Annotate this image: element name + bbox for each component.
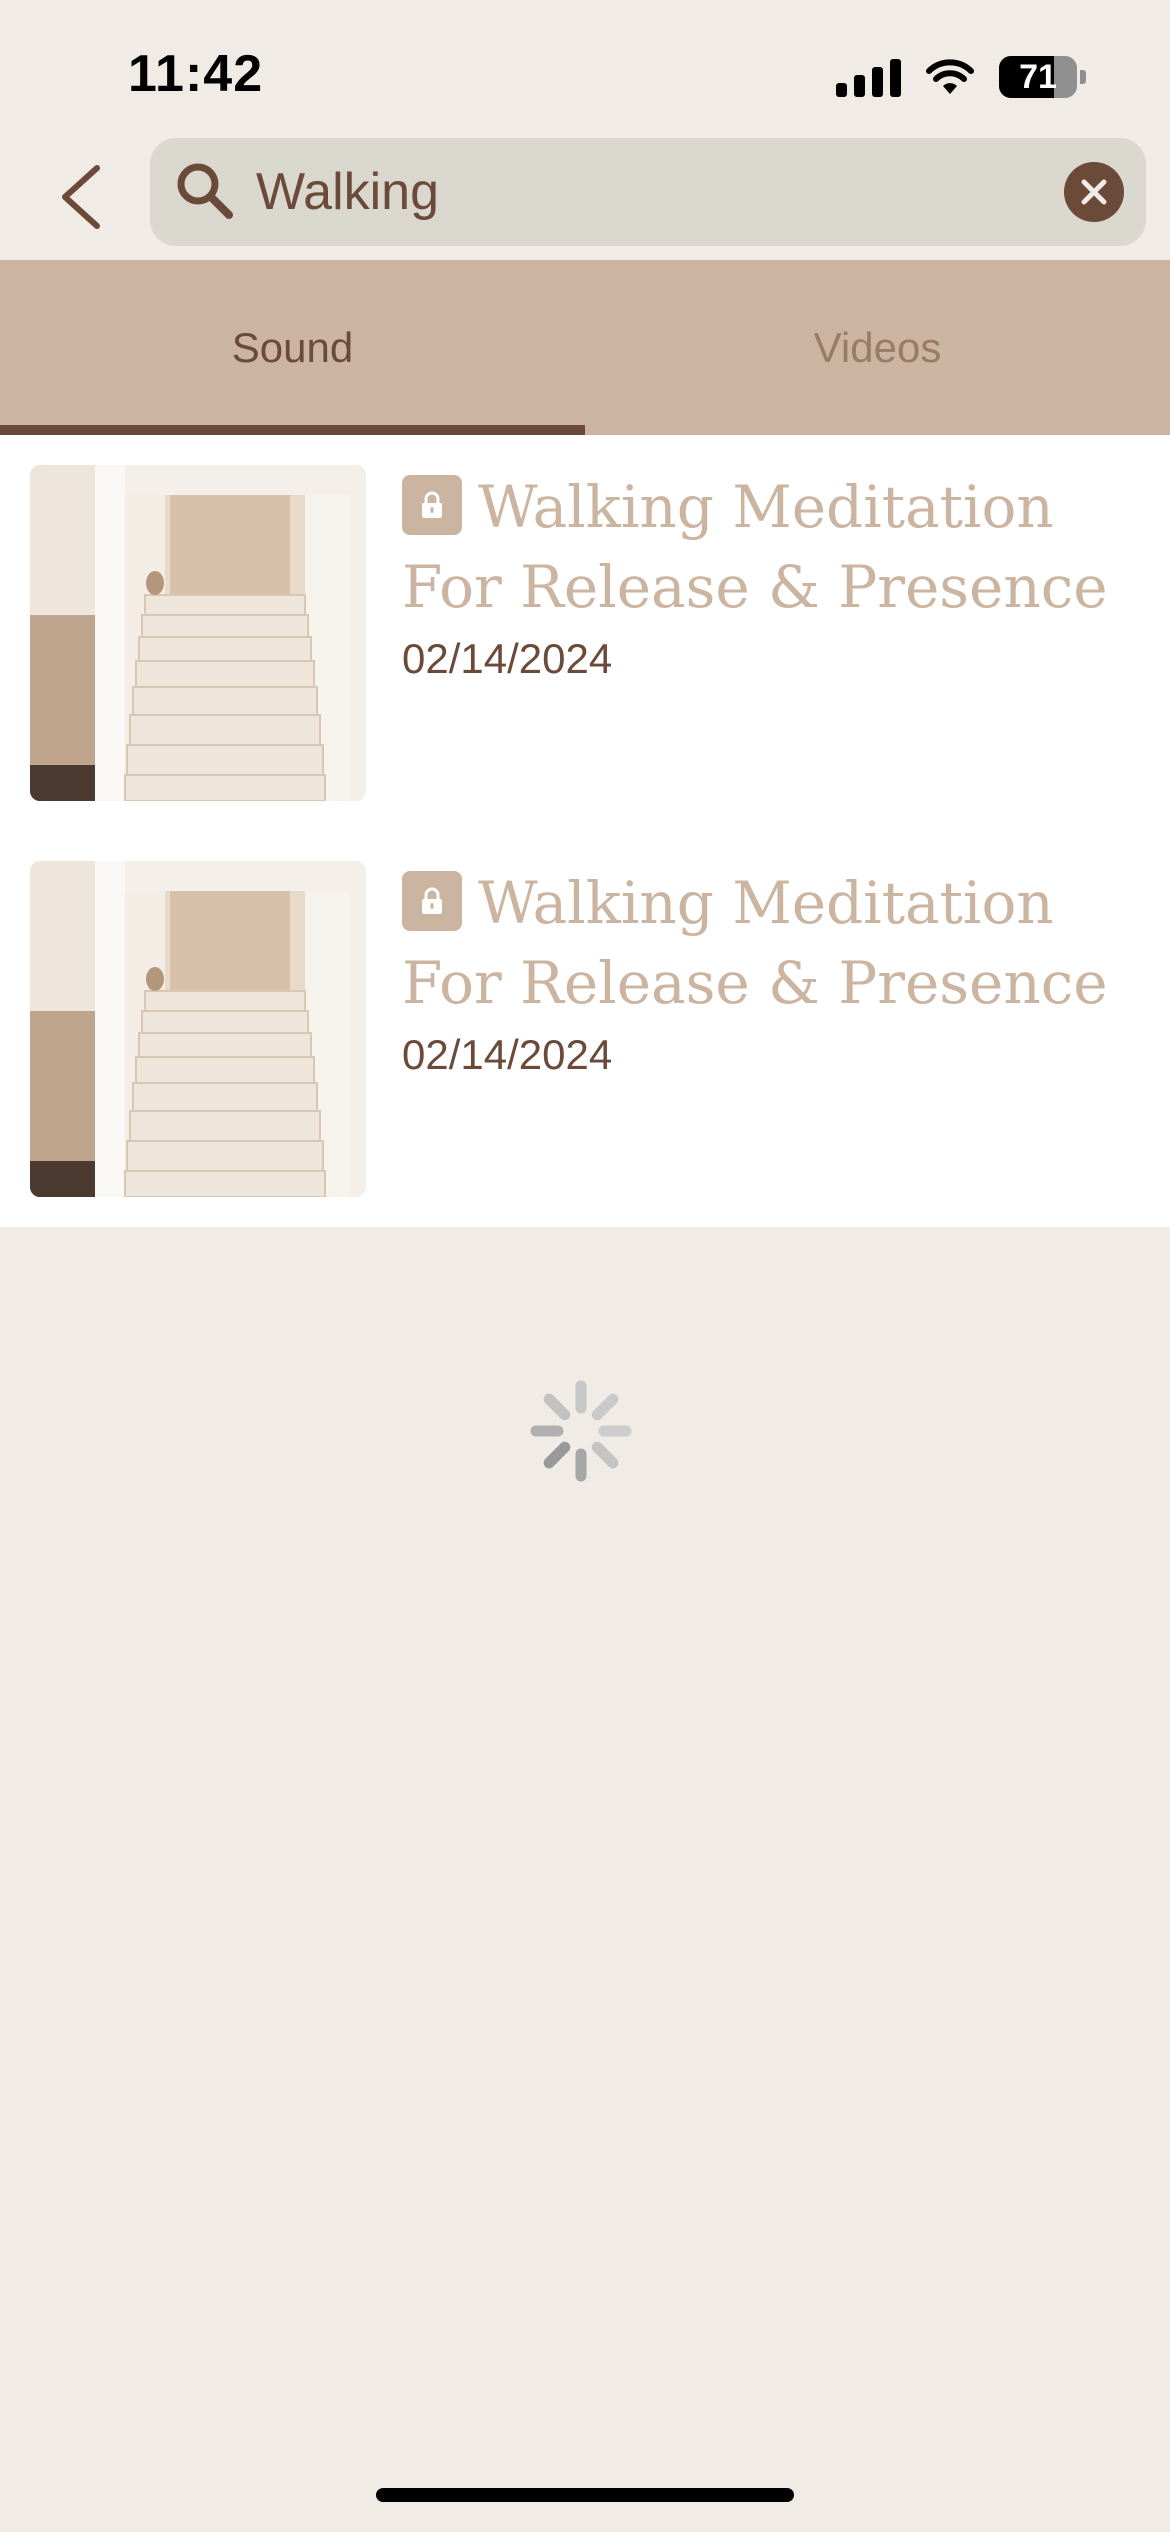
status-bar: 11:42 71 [0, 0, 1170, 140]
item-date: 02/14/2024 [402, 635, 613, 682]
list-item[interactable]: Walking Meditation For Release & Presenc… [0, 435, 1170, 831]
battery-icon: 71 [999, 56, 1077, 98]
loading-spinner-icon [530, 1380, 632, 1482]
item-title: Walking Meditation For Release & Presenc… [402, 473, 1108, 621]
tab-bar: Sound Videos [0, 260, 1170, 435]
clear-icon[interactable] [1064, 162, 1124, 222]
item-date: 02/14/2024 [402, 1031, 613, 1078]
home-indicator[interactable] [376, 2488, 794, 2502]
search-icon [177, 163, 233, 219]
status-time: 11:42 [128, 45, 264, 103]
results-list: Walking Meditation For Release & Presenc… [0, 435, 1170, 1227]
back-button[interactable] [40, 152, 120, 242]
wifi-icon [926, 59, 974, 94]
back-chevron-icon [62, 165, 100, 229]
battery-level: 71 [1019, 57, 1057, 96]
tab-videos[interactable]: Videos [585, 260, 1170, 435]
item-title: Walking Meditation For Release & Presenc… [402, 869, 1108, 1017]
tab-sound[interactable]: Sound [0, 260, 585, 435]
stairs-thumbnail [30, 861, 366, 1197]
status-icons: 71 [836, 52, 1086, 102]
list-item[interactable]: Walking Meditation For Release & Presenc… [0, 831, 1170, 1227]
search-bar[interactable] [150, 138, 1146, 246]
search-input[interactable] [256, 138, 1076, 246]
stairs-thumbnail [30, 465, 366, 801]
active-tab-indicator [0, 425, 585, 435]
cellular-signal-icon [836, 57, 901, 97]
